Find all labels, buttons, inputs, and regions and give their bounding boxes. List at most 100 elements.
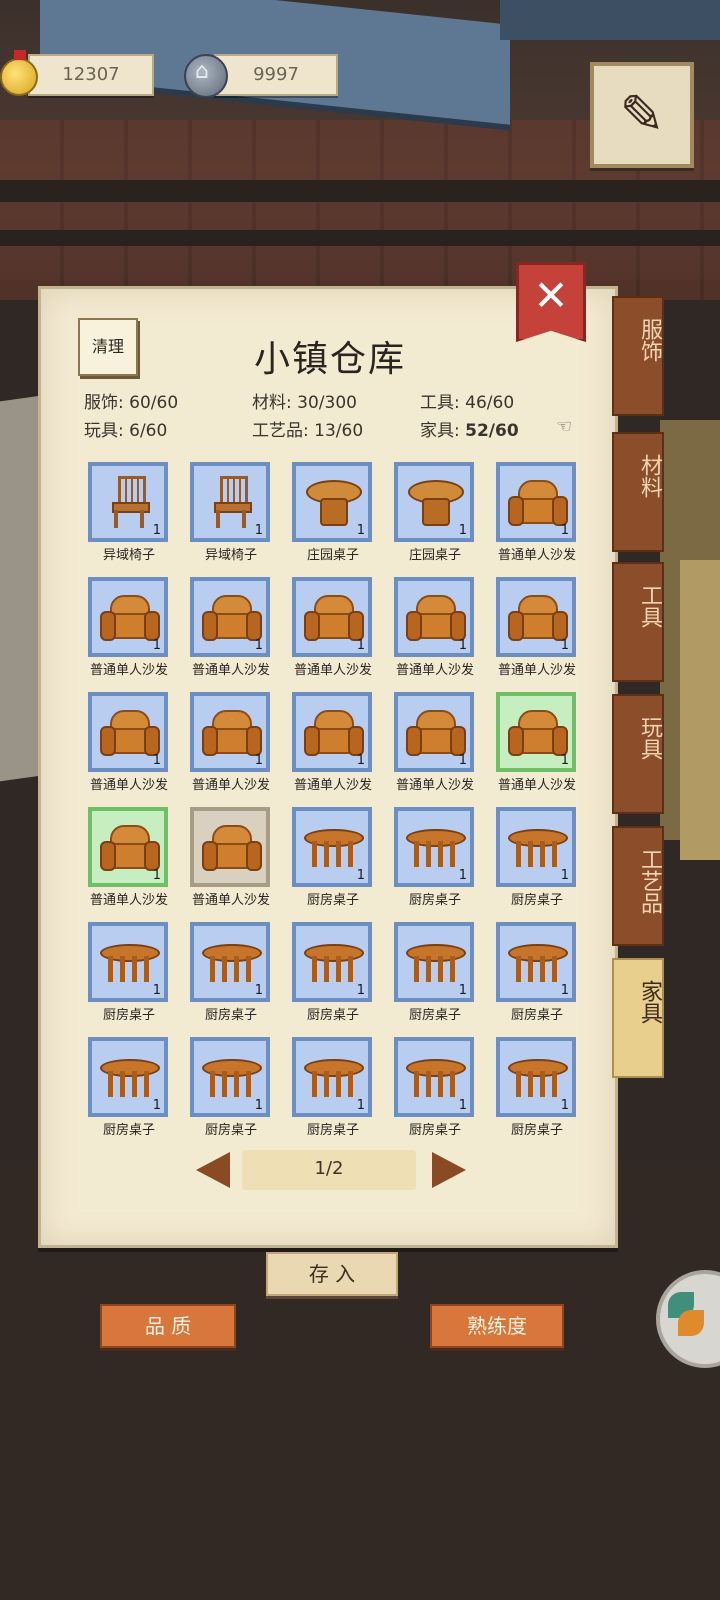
item-slot[interactable]: 1 bbox=[190, 692, 270, 772]
item-slot[interactable]: 1 bbox=[190, 577, 270, 657]
kitchen-table-icon bbox=[508, 934, 568, 990]
round-table-icon bbox=[406, 474, 464, 530]
item-name: 普通单人沙发 bbox=[497, 548, 576, 563]
stat-materials: 材料: 30/300 bbox=[252, 388, 357, 413]
clean-button[interactable]: 清理 bbox=[78, 318, 138, 376]
item-quantity: 1 bbox=[356, 523, 365, 538]
item-slot[interactable]: 1 bbox=[190, 462, 270, 542]
item-slot[interactable]: 1 bbox=[292, 1037, 372, 1117]
inventory-item[interactable]: 1 厨房桌子 bbox=[386, 922, 488, 1034]
inventory-item[interactable]: 1 厨房桌子 bbox=[80, 922, 182, 1034]
item-slot[interactable]: 1 bbox=[496, 1037, 576, 1117]
inventory-item[interactable]: 1 厨房桌子 bbox=[488, 1037, 590, 1149]
category-tab[interactable]: 工具 bbox=[612, 562, 664, 682]
item-slot[interactable]: 1 bbox=[292, 807, 372, 887]
inventory-item[interactable]: 1 厨房桌子 bbox=[488, 922, 590, 1034]
inventory-item[interactable]: 1 厨房桌子 bbox=[284, 922, 386, 1034]
inventory-item[interactable]: 1 厨房桌子 bbox=[488, 807, 590, 919]
sofa-icon bbox=[508, 589, 568, 645]
close-button[interactable]: ✕ bbox=[516, 262, 586, 342]
inventory-item[interactable]: 普通单人沙发 bbox=[182, 807, 284, 919]
kitchen-table-icon bbox=[304, 1049, 364, 1105]
item-quantity: 1 bbox=[458, 868, 467, 883]
category-tab-label: 材料 bbox=[637, 454, 662, 498]
inventory-item[interactable]: 1 普通单人沙发 bbox=[488, 577, 590, 689]
item-slot[interactable]: 1 bbox=[496, 692, 576, 772]
gold-coin-icon bbox=[0, 50, 38, 96]
inventory-item[interactable]: 1 普通单人沙发 bbox=[182, 692, 284, 804]
category-tab[interactable]: 服饰 bbox=[612, 296, 664, 416]
category-tab-label: 玩具 bbox=[637, 716, 662, 760]
category-tab[interactable]: 材料 bbox=[612, 432, 664, 552]
item-slot[interactable]: 1 bbox=[496, 922, 576, 1002]
item-slot[interactable]: 1 bbox=[292, 462, 372, 542]
item-slot[interactable]: 1 bbox=[394, 807, 474, 887]
item-slot[interactable]: 1 bbox=[496, 807, 576, 887]
inventory-item[interactable]: 1 普通单人沙发 bbox=[80, 577, 182, 689]
inventory-item[interactable]: 1 异域椅子 bbox=[182, 462, 284, 574]
proficiency-button[interactable]: 熟练度 bbox=[430, 1304, 564, 1348]
inventory-item[interactable]: 1 普通单人沙发 bbox=[284, 692, 386, 804]
item-name: 普通单人沙发 bbox=[191, 893, 270, 908]
item-name: 庄园桌子 bbox=[306, 548, 359, 563]
inventory-item[interactable]: 1 普通单人沙发 bbox=[488, 692, 590, 804]
inventory-item[interactable]: 1 异域椅子 bbox=[80, 462, 182, 574]
leaf-icon-2 bbox=[678, 1310, 704, 1336]
item-slot[interactable]: 1 bbox=[394, 922, 474, 1002]
item-slot[interactable]: 1 bbox=[394, 462, 474, 542]
inventory-item[interactable]: 1 厨房桌子 bbox=[386, 807, 488, 919]
inventory-item[interactable]: 1 厨房桌子 bbox=[182, 922, 284, 1034]
item-quantity: 1 bbox=[356, 983, 365, 998]
gold-currency-display: 12307 bbox=[28, 54, 154, 96]
item-slot[interactable]: 1 bbox=[292, 577, 372, 657]
inventory-item[interactable]: 1 普通单人沙发 bbox=[80, 692, 182, 804]
sofa-icon bbox=[100, 819, 160, 875]
item-slot[interactable]: 1 bbox=[88, 1037, 168, 1117]
item-slot[interactable]: 1 bbox=[88, 577, 168, 657]
item-slot[interactable]: 1 bbox=[292, 692, 372, 772]
inventory-item[interactable]: 1 厨房桌子 bbox=[386, 1037, 488, 1149]
item-quantity: 1 bbox=[356, 1098, 365, 1113]
stat-tools: 工具: 46/60 bbox=[420, 388, 514, 413]
deposit-button[interactable]: 存 入 bbox=[266, 1252, 398, 1296]
stat-clothing-value: 60/60 bbox=[129, 393, 179, 413]
inventory-item[interactable]: 1 厨房桌子 bbox=[182, 1037, 284, 1149]
inventory-item[interactable]: 1 普通单人沙发 bbox=[182, 577, 284, 689]
item-slot[interactable]: 1 bbox=[394, 577, 474, 657]
stat-tools-value: 46/60 bbox=[465, 393, 515, 413]
inventory-item[interactable]: 1 厨房桌子 bbox=[284, 807, 386, 919]
category-tab[interactable]: 家具 bbox=[612, 958, 664, 1078]
inventory-item[interactable]: 1 普通单人沙发 bbox=[80, 807, 182, 919]
journal-button[interactable]: ✎ bbox=[590, 62, 694, 168]
item-slot[interactable]: 1 bbox=[88, 462, 168, 542]
item-quantity: 1 bbox=[356, 638, 365, 653]
next-page-arrow-icon[interactable] bbox=[432, 1152, 466, 1188]
inventory-item[interactable]: 1 普通单人沙发 bbox=[284, 577, 386, 689]
category-tab[interactable]: 玩具 bbox=[612, 694, 664, 814]
item-slot[interactable]: 1 bbox=[292, 922, 372, 1002]
inventory-item[interactable]: 1 普通单人沙发 bbox=[386, 692, 488, 804]
chair-icon bbox=[202, 474, 258, 530]
item-slot[interactable]: 1 bbox=[496, 462, 576, 542]
prev-page-arrow-icon[interactable] bbox=[196, 1152, 230, 1188]
item-slot[interactable]: 1 bbox=[190, 922, 270, 1002]
inventory-item[interactable]: 1 普通单人沙发 bbox=[488, 462, 590, 574]
inventory-item[interactable]: 1 厨房桌子 bbox=[80, 1037, 182, 1149]
item-slot[interactable]: 1 bbox=[190, 1037, 270, 1117]
journal-icon: ✎ bbox=[619, 83, 665, 146]
item-quantity: 1 bbox=[458, 638, 467, 653]
category-tab[interactable]: 工艺品 bbox=[612, 826, 664, 946]
quality-button[interactable]: 品 质 bbox=[100, 1304, 236, 1348]
item-slot[interactable]: 1 bbox=[88, 692, 168, 772]
item-slot[interactable]: 1 bbox=[88, 922, 168, 1002]
item-slot[interactable]: 1 bbox=[394, 1037, 474, 1117]
inventory-item[interactable]: 1 庄园桌子 bbox=[284, 462, 386, 574]
inventory-item[interactable]: 1 庄园桌子 bbox=[386, 462, 488, 574]
inventory-item[interactable]: 1 普通单人沙发 bbox=[386, 577, 488, 689]
item-slot[interactable]: 1 bbox=[88, 807, 168, 887]
item-slot[interactable] bbox=[190, 807, 270, 887]
silver-currency-display: 9997 bbox=[214, 54, 338, 96]
item-slot[interactable]: 1 bbox=[394, 692, 474, 772]
inventory-item[interactable]: 1 厨房桌子 bbox=[284, 1037, 386, 1149]
item-slot[interactable]: 1 bbox=[496, 577, 576, 657]
